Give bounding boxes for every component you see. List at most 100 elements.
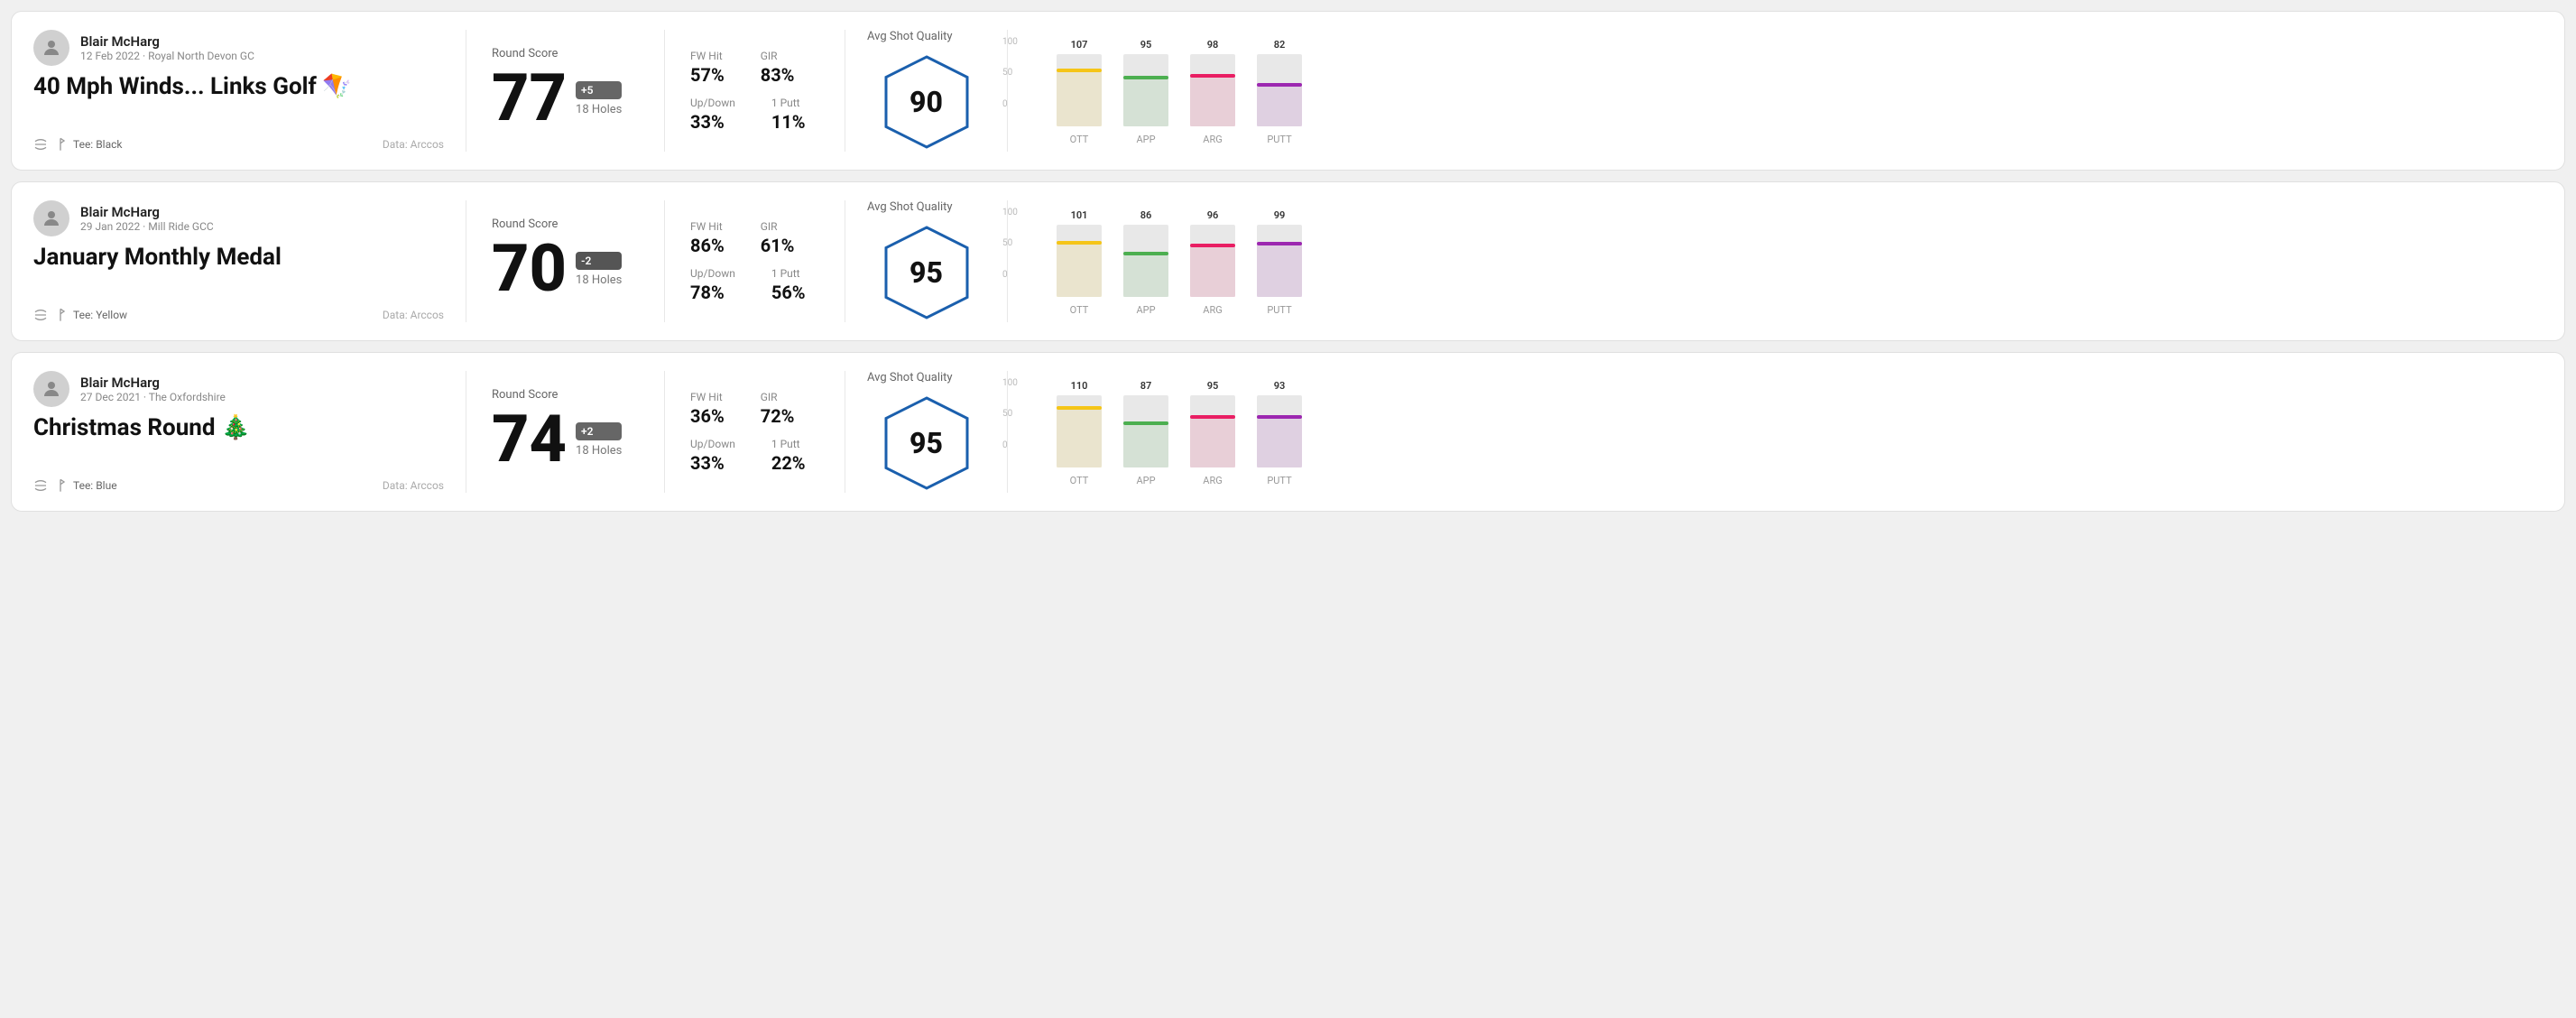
bar-wrapper-putt xyxy=(1257,395,1302,467)
bar-chart-container: 100 50 0 101 OTT 86 xyxy=(1029,208,2525,316)
score-row: 74 +2 18 Holes xyxy=(492,407,639,472)
round-title: January Monthly Medal xyxy=(33,244,444,271)
bar-label-arg: ARG xyxy=(1203,134,1222,145)
score-row: 77 +5 18 Holes xyxy=(492,66,639,131)
score-badge: -2 xyxy=(576,252,622,270)
bar-wrapper-ott xyxy=(1057,225,1102,297)
bar-value-ott: 107 xyxy=(1071,39,1088,51)
hexagon-score: 95 xyxy=(909,255,943,290)
bar-wrapper-app xyxy=(1123,395,1168,467)
avatar xyxy=(33,30,69,66)
chart-section-3: 100 50 0 110 OTT 87 xyxy=(1008,371,2543,493)
golf-icon xyxy=(53,137,68,152)
quality-label: Avg Shot Quality xyxy=(867,200,953,214)
weather-icon xyxy=(33,478,48,493)
player-info: Blair McHarg 27 Dec 2021 · The Oxfordshi… xyxy=(33,371,444,407)
player-name: Blair McHarg xyxy=(80,204,214,220)
player-date-course: 27 Dec 2021 · The Oxfordshire xyxy=(80,391,226,403)
bar-label-app: APP xyxy=(1136,134,1155,145)
bar-label-ott: OTT xyxy=(1070,304,1089,316)
bar-value-ott: 110 xyxy=(1071,380,1088,392)
score-section-3: Round Score 74 +2 18 Holes xyxy=(466,371,665,493)
quality-section-3: Avg Shot Quality 95 xyxy=(845,371,1008,493)
avatar xyxy=(33,200,69,236)
oneputt-label: 1 Putt xyxy=(771,438,806,450)
updown-value: 78% xyxy=(690,282,735,303)
gir-stat: GIR 61% xyxy=(761,220,795,256)
bar-group-putt: 99 PUTT xyxy=(1257,209,1302,316)
bar-group-ott: 101 OTT xyxy=(1057,209,1102,316)
fw-hit-stat: FW Hit 57% xyxy=(690,50,725,86)
bar-label-arg: ARG xyxy=(1203,304,1222,316)
bar-group-ott: 110 OTT xyxy=(1057,380,1102,486)
bar-accent xyxy=(1123,252,1168,255)
chart-y-labels: 100 50 0 xyxy=(1002,378,1018,450)
stats-group-bottom: Up/Down 33% 1 Putt 11% xyxy=(690,97,819,133)
score-meta: +2 18 Holes xyxy=(576,422,622,458)
person-icon xyxy=(41,378,62,400)
bar-label-putt: PUTT xyxy=(1267,475,1291,486)
bar-chart: 107 OTT 95 APP xyxy=(1057,37,2525,145)
hexagon-container: 90 xyxy=(882,52,972,152)
left-section-3: Blair McHarg 27 Dec 2021 · The Oxfordshi… xyxy=(33,371,466,493)
data-source: Data: Arccos xyxy=(383,309,444,321)
fw-hit-value: 86% xyxy=(690,235,725,256)
bar-value-arg: 95 xyxy=(1207,380,1219,392)
oneputt-value: 11% xyxy=(771,111,806,133)
bar-chart: 110 OTT 87 APP xyxy=(1057,378,2525,486)
fw-hit-label: FW Hit xyxy=(690,391,725,403)
bar-chart-container: 100 50 0 110 OTT 87 xyxy=(1029,378,2525,486)
quality-section-2: Avg Shot Quality 95 xyxy=(845,200,1008,322)
stats-group-top: FW Hit 86% GIR 61% xyxy=(690,220,819,256)
bar-group-app: 95 APP xyxy=(1123,39,1168,145)
bar-label-putt: PUTT xyxy=(1267,134,1291,145)
round-card-1: Blair McHarg 12 Feb 2022 · Royal North D… xyxy=(11,11,2565,171)
bar-group-putt: 93 PUTT xyxy=(1257,380,1302,486)
oneputt-value: 22% xyxy=(771,452,806,474)
player-name: Blair McHarg xyxy=(80,375,226,391)
oneputt-label: 1 Putt xyxy=(771,97,806,109)
bar-label-ott: OTT xyxy=(1070,475,1089,486)
bar-value-app: 86 xyxy=(1140,209,1152,221)
oneputt-label: 1 Putt xyxy=(771,267,806,280)
bar-wrapper-arg xyxy=(1190,54,1235,126)
left-section-1: Blair McHarg 12 Feb 2022 · Royal North D… xyxy=(33,30,466,152)
holes-label: 18 Holes xyxy=(576,103,622,116)
round-score-label: Round Score xyxy=(492,388,639,402)
tee-info: Tee: Yellow xyxy=(33,308,127,322)
hexagon-container: 95 xyxy=(882,223,972,322)
oneputt-stat: 1 Putt 56% xyxy=(771,267,806,303)
bar-fill xyxy=(1190,415,1235,467)
gir-stat: GIR 83% xyxy=(761,50,795,86)
round-title: 40 Mph Winds... Links Golf 🪁 xyxy=(33,73,444,100)
bar-chart-container: 100 50 0 107 OTT 95 xyxy=(1029,37,2525,145)
stats-section-2: FW Hit 86% GIR 61% Up/Down 78% 1 Putt xyxy=(665,200,845,322)
chart-section-1: 100 50 0 107 OTT 95 xyxy=(1008,30,2543,152)
bar-value-arg: 96 xyxy=(1207,209,1219,221)
round-title: Christmas Round 🎄 xyxy=(33,414,444,441)
bar-group-arg: 95 ARG xyxy=(1190,380,1235,486)
holes-label: 18 Holes xyxy=(576,273,622,287)
updown-stat: Up/Down 78% xyxy=(690,267,735,303)
footer-row: Tee: Blue Data: Arccos xyxy=(33,478,444,493)
player-info: Blair McHarg 29 Jan 2022 · Mill Ride GCC xyxy=(33,200,444,236)
bar-group-app: 87 APP xyxy=(1123,380,1168,486)
oneputt-stat: 1 Putt 22% xyxy=(771,438,806,474)
bar-group-arg: 98 ARG xyxy=(1190,39,1235,145)
fw-hit-value: 36% xyxy=(690,405,725,427)
bar-fill xyxy=(1057,241,1102,297)
bar-value-putt: 99 xyxy=(1274,209,1286,221)
tee-info: Tee: Blue xyxy=(33,478,117,493)
bar-group-arg: 96 ARG xyxy=(1190,209,1235,316)
gir-stat: GIR 72% xyxy=(761,391,795,427)
player-date-course: 12 Feb 2022 · Royal North Devon GC xyxy=(80,50,254,62)
bar-fill xyxy=(1123,421,1168,467)
chart-section-2: 100 50 0 101 OTT 86 xyxy=(1008,200,2543,322)
oneputt-stat: 1 Putt 11% xyxy=(771,97,806,133)
score-section-1: Round Score 77 +5 18 Holes xyxy=(466,30,665,152)
player-meta: Blair McHarg 12 Feb 2022 · Royal North D… xyxy=(80,33,254,62)
player-info: Blair McHarg 12 Feb 2022 · Royal North D… xyxy=(33,30,444,66)
score-number: 77 xyxy=(492,66,567,131)
updown-value: 33% xyxy=(690,452,735,474)
bar-fill xyxy=(1057,406,1102,467)
